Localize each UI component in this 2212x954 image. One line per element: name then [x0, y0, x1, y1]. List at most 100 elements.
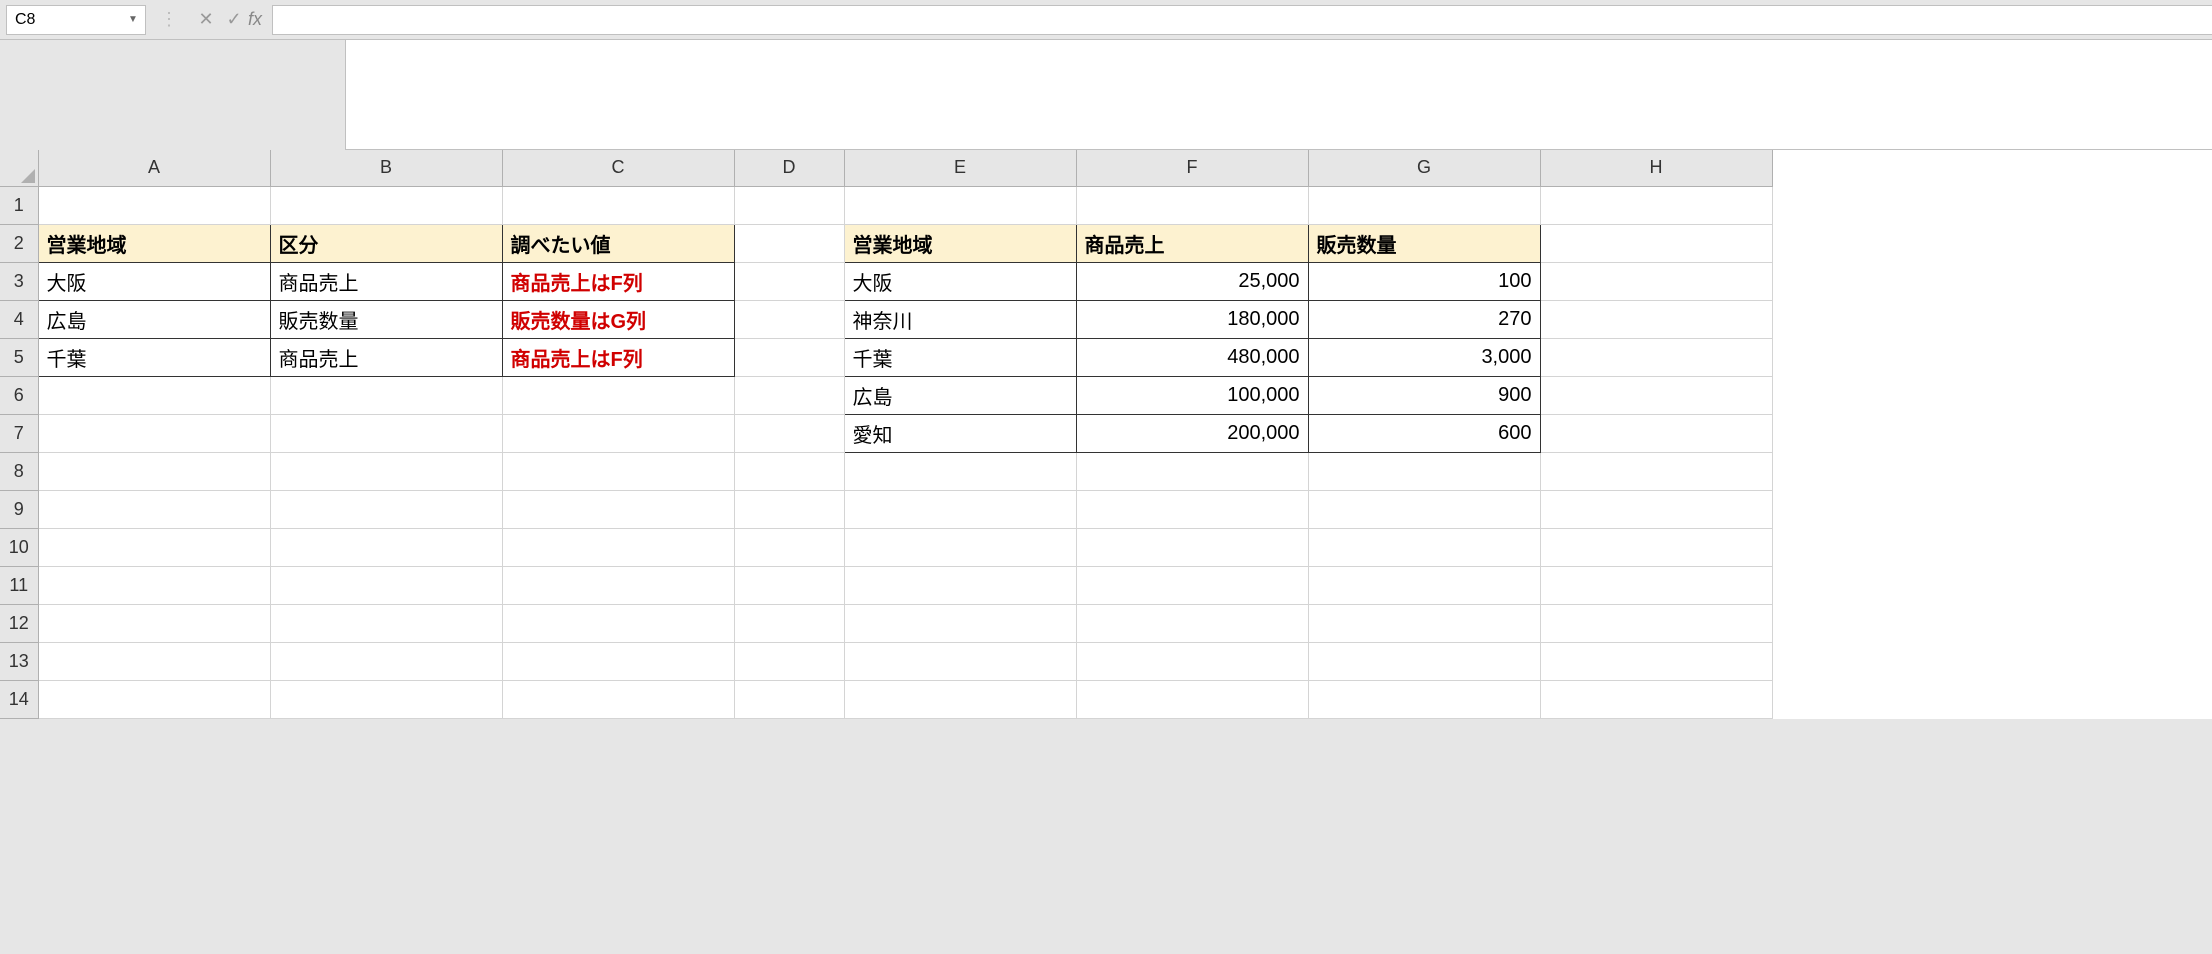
cell-G9[interactable] — [1308, 490, 1540, 528]
cell-E2[interactable]: 営業地域 — [844, 224, 1076, 262]
cell-F6[interactable]: 100,000 — [1076, 376, 1308, 414]
cell-G10[interactable] — [1308, 528, 1540, 566]
cell-F1[interactable] — [1076, 186, 1308, 224]
row-header-3[interactable]: 3 — [0, 262, 38, 300]
cell-C14[interactable] — [502, 680, 734, 718]
row-header-5[interactable]: 5 — [0, 338, 38, 376]
cell-C1[interactable] — [502, 186, 734, 224]
cell-E10[interactable] — [844, 528, 1076, 566]
cell-E1[interactable] — [844, 186, 1076, 224]
cell-A10[interactable] — [38, 528, 270, 566]
name-box[interactable]: C8 ▼ — [6, 5, 146, 35]
cell-F5[interactable]: 480,000 — [1076, 338, 1308, 376]
cell-D11[interactable] — [734, 566, 844, 604]
cell-H1[interactable] — [1540, 186, 1772, 224]
cell-D4[interactable] — [734, 300, 844, 338]
col-header-A[interactable]: A — [38, 150, 270, 186]
cell-C6[interactable] — [502, 376, 734, 414]
cell-H8[interactable] — [1540, 452, 1772, 490]
cell-C13[interactable] — [502, 642, 734, 680]
cell-G4[interactable]: 270 — [1308, 300, 1540, 338]
cell-B1[interactable] — [270, 186, 502, 224]
cell-C3[interactable]: 商品売上はF列 — [502, 262, 734, 300]
row-header-11[interactable]: 11 — [0, 566, 38, 604]
cell-A4[interactable]: 広島 — [38, 300, 270, 338]
cell-D13[interactable] — [734, 642, 844, 680]
cell-A3[interactable]: 大阪 — [38, 262, 270, 300]
row-header-2[interactable]: 2 — [0, 224, 38, 262]
row-header-9[interactable]: 9 — [0, 490, 38, 528]
fx-icon[interactable]: fx — [248, 9, 262, 30]
cell-G5[interactable]: 3,000 — [1308, 338, 1540, 376]
cell-C7[interactable] — [502, 414, 734, 452]
cell-E4[interactable]: 神奈川 — [844, 300, 1076, 338]
cell-H14[interactable] — [1540, 680, 1772, 718]
cell-A1[interactable] — [38, 186, 270, 224]
col-header-B[interactable]: B — [270, 150, 502, 186]
col-header-E[interactable]: E — [844, 150, 1076, 186]
cell-B2[interactable]: 区分 — [270, 224, 502, 262]
select-all-corner[interactable] — [0, 150, 38, 186]
cell-H3[interactable] — [1540, 262, 1772, 300]
cell-D14[interactable] — [734, 680, 844, 718]
cell-B5[interactable]: 商品売上 — [270, 338, 502, 376]
cell-A11[interactable] — [38, 566, 270, 604]
cell-A13[interactable] — [38, 642, 270, 680]
cell-G6[interactable]: 900 — [1308, 376, 1540, 414]
enter-icon[interactable]: ✓ — [220, 6, 248, 34]
cell-E13[interactable] — [844, 642, 1076, 680]
cell-A5[interactable]: 千葉 — [38, 338, 270, 376]
cell-C2[interactable]: 調べたい値 — [502, 224, 734, 262]
cell-G7[interactable]: 600 — [1308, 414, 1540, 452]
cell-H9[interactable] — [1540, 490, 1772, 528]
dropdown-icon[interactable]: ▼ — [125, 12, 141, 28]
cell-A2[interactable]: 営業地域 — [38, 224, 270, 262]
formula-input[interactable] — [272, 5, 2212, 35]
cell-D3[interactable] — [734, 262, 844, 300]
cell-C5[interactable]: 商品売上はF列 — [502, 338, 734, 376]
cell-D12[interactable] — [734, 604, 844, 642]
cell-C4[interactable]: 販売数量はG列 — [502, 300, 734, 338]
cell-D10[interactable] — [734, 528, 844, 566]
cell-F10[interactable] — [1076, 528, 1308, 566]
cell-H10[interactable] — [1540, 528, 1772, 566]
cell-B13[interactable] — [270, 642, 502, 680]
cell-D8[interactable] — [734, 452, 844, 490]
cell-G12[interactable] — [1308, 604, 1540, 642]
cancel-icon[interactable]: ✕ — [192, 6, 220, 34]
cell-B14[interactable] — [270, 680, 502, 718]
cell-C10[interactable] — [502, 528, 734, 566]
cell-D2[interactable] — [734, 224, 844, 262]
cell-F13[interactable] — [1076, 642, 1308, 680]
cell-G1[interactable] — [1308, 186, 1540, 224]
cell-E12[interactable] — [844, 604, 1076, 642]
cell-A8[interactable] — [38, 452, 270, 490]
spreadsheet-grid[interactable]: A B C D E F G H 1 2 営業地域 区分 調べたい値 — [0, 150, 2212, 719]
cell-F14[interactable] — [1076, 680, 1308, 718]
cell-A14[interactable] — [38, 680, 270, 718]
cell-B8[interactable] — [270, 452, 502, 490]
cell-A12[interactable] — [38, 604, 270, 642]
cell-E7[interactable]: 愛知 — [844, 414, 1076, 452]
cell-F8[interactable] — [1076, 452, 1308, 490]
cell-B3[interactable]: 商品売上 — [270, 262, 502, 300]
row-header-4[interactable]: 4 — [0, 300, 38, 338]
row-header-1[interactable]: 1 — [0, 186, 38, 224]
cell-A9[interactable] — [38, 490, 270, 528]
row-header-12[interactable]: 12 — [0, 604, 38, 642]
cell-F2[interactable]: 商品売上 — [1076, 224, 1308, 262]
cell-G14[interactable] — [1308, 680, 1540, 718]
cell-E14[interactable] — [844, 680, 1076, 718]
cell-D7[interactable] — [734, 414, 844, 452]
cell-B9[interactable] — [270, 490, 502, 528]
row-header-6[interactable]: 6 — [0, 376, 38, 414]
cell-E5[interactable]: 千葉 — [844, 338, 1076, 376]
row-header-14[interactable]: 14 — [0, 680, 38, 718]
row-header-7[interactable]: 7 — [0, 414, 38, 452]
col-header-C[interactable]: C — [502, 150, 734, 186]
row-header-8[interactable]: 8 — [0, 452, 38, 490]
cell-D1[interactable] — [734, 186, 844, 224]
cell-H12[interactable] — [1540, 604, 1772, 642]
col-header-D[interactable]: D — [734, 150, 844, 186]
cell-D6[interactable] — [734, 376, 844, 414]
